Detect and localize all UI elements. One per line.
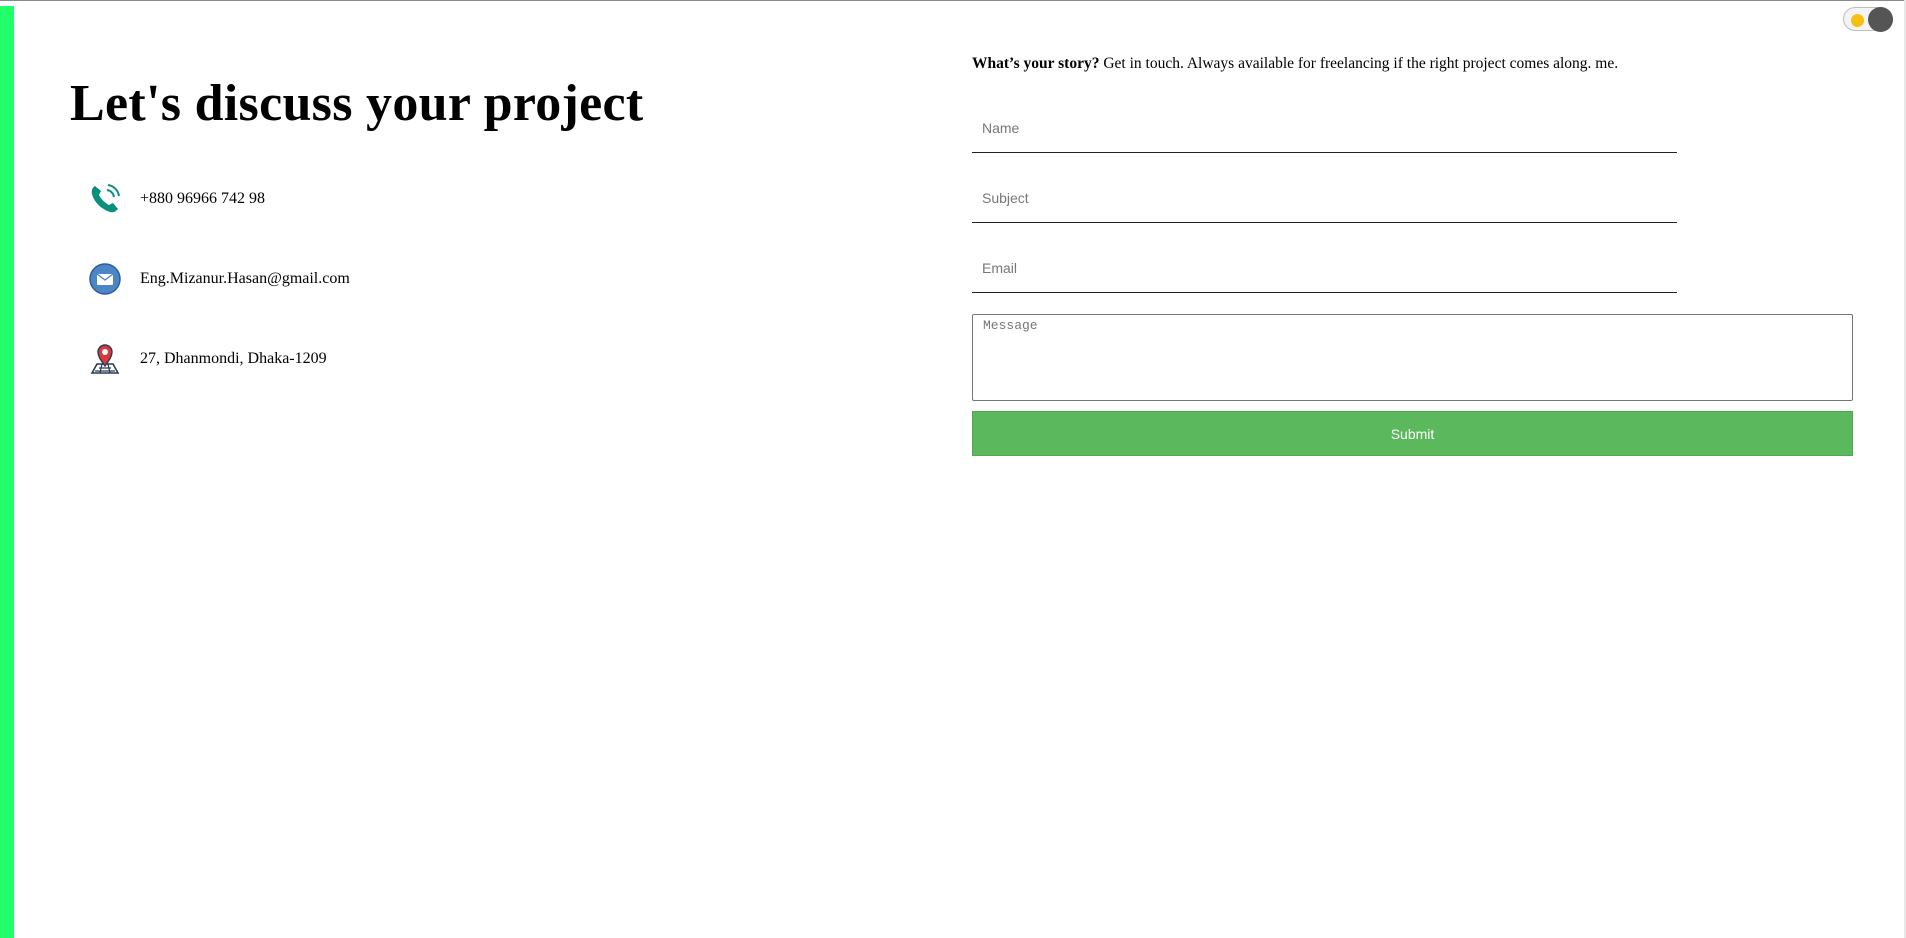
map-pin-icon (88, 342, 122, 376)
email-text: Eng.Mizanur.Hasan@gmail.com (140, 270, 350, 287)
window-top-border (0, 0, 1906, 1)
submit-button[interactable]: Submit (972, 411, 1853, 456)
left-accent-bar (0, 6, 14, 938)
email-input[interactable] (972, 243, 1677, 293)
contact-address: 27, Dhanmondi, Dhaka-1209 (88, 342, 327, 376)
contact-phone: +880 96966 742 98 (88, 182, 265, 216)
phone-icon (88, 182, 122, 216)
intro-text: What’s your story? Get in touch. Always … (972, 55, 1618, 73)
phone-text: +880 96966 742 98 (140, 190, 266, 207)
theme-toggle[interactable] (1843, 7, 1893, 32)
sun-icon (1851, 14, 1864, 27)
intro-lead: What’s your story? (972, 55, 1100, 72)
page-title: Let's discuss your project (70, 75, 644, 132)
message-textarea[interactable] (972, 314, 1853, 401)
intro-body: Get in touch. Always available for freel… (1099, 55, 1619, 72)
contact-email: Eng.Mizanur.Hasan@gmail.com (88, 262, 350, 296)
toggle-knob (1868, 7, 1893, 32)
address-text: 27, Dhanmondi, Dhaka-1209 (140, 350, 327, 367)
name-input[interactable] (972, 103, 1677, 153)
mail-icon (88, 262, 122, 296)
subject-input[interactable] (972, 173, 1677, 223)
